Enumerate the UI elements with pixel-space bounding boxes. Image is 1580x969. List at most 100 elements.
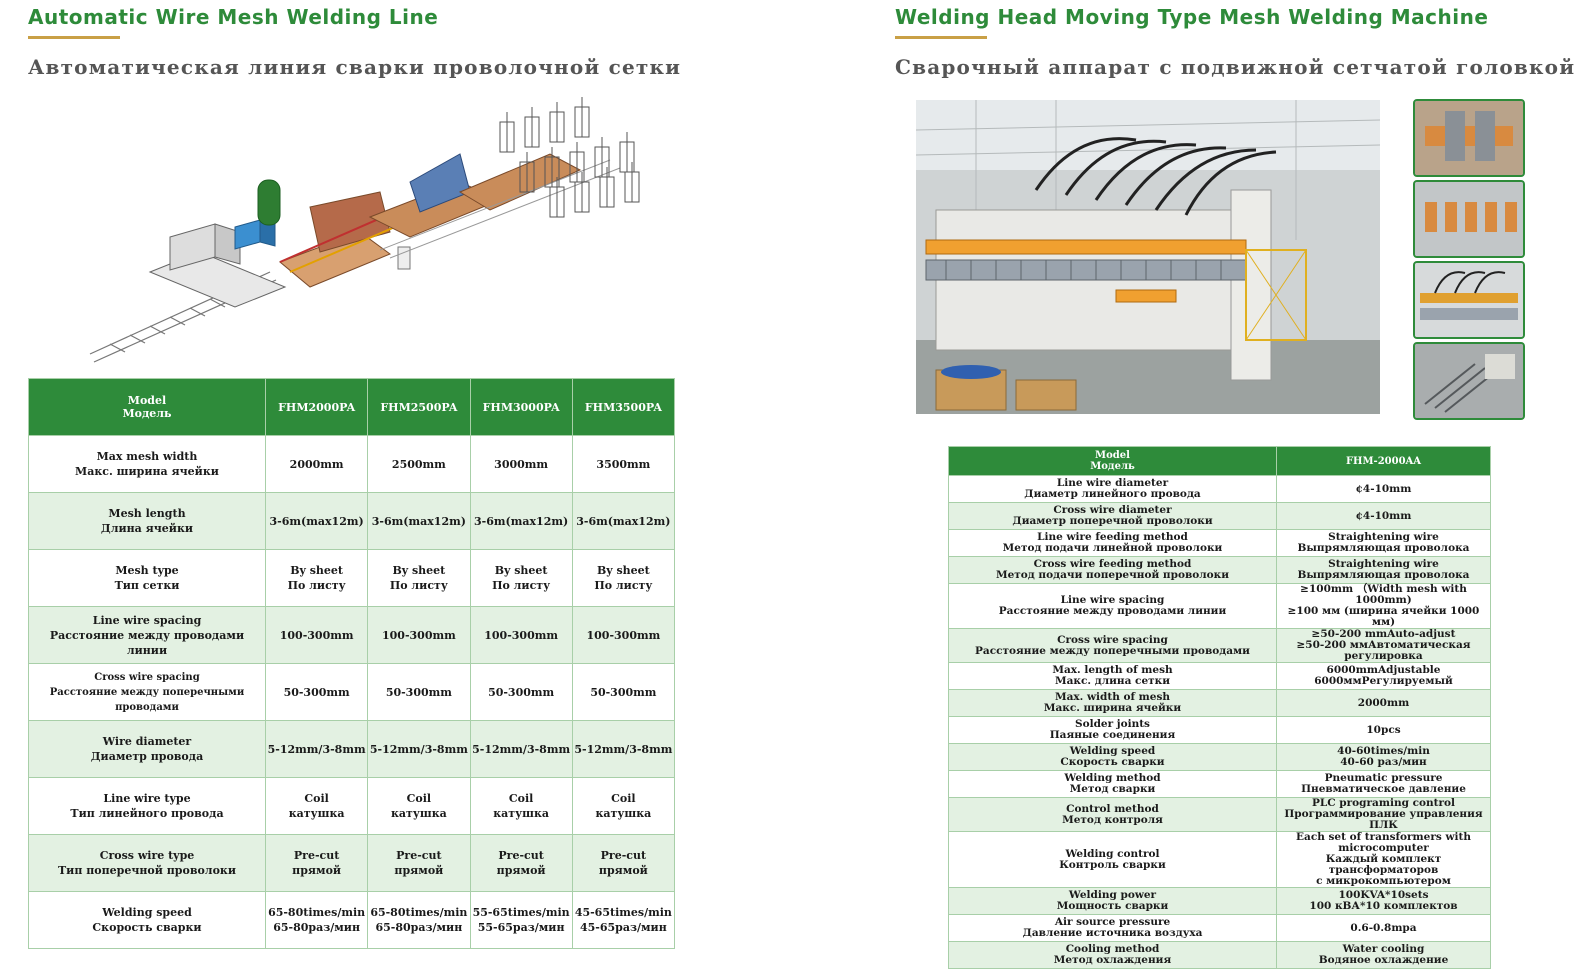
row-label: Welding speed Скорость сварки bbox=[948, 743, 1277, 771]
table-row: Welding power Мощность сварки 100KVA*10se… bbox=[948, 887, 1491, 915]
cell: By sheet По листу bbox=[469, 549, 573, 607]
cell-text-line: By sheet bbox=[392, 564, 446, 577]
cell-text-line: Каждый комплект трансформаторов bbox=[1325, 853, 1442, 876]
cell-text-line: 100-300mm bbox=[381, 628, 456, 642]
cell-text-line: По листу bbox=[389, 579, 448, 592]
cell-text-line: Паяные соединения bbox=[1049, 729, 1176, 741]
cell-text-line: 10pcs bbox=[1366, 723, 1401, 736]
cell-text-line: ≥100 мм (ширина ячейки 1000 мм) bbox=[1287, 605, 1480, 628]
cell: 65-80times/min 65-80раз/мин bbox=[264, 891, 369, 949]
cell: Pre-cut прямой bbox=[264, 834, 369, 892]
thumbnail-photo-1 bbox=[1413, 99, 1525, 177]
cell: ≥100mm （Width mesh with 1000mm) ≥100 мм (… bbox=[1276, 583, 1491, 629]
cell-text-line: Диаметр провода bbox=[90, 750, 204, 763]
thumbnail-photo-2 bbox=[1413, 180, 1525, 258]
cell: Water cooling Водяное охлаждение bbox=[1276, 941, 1491, 969]
cell: Coil катушка bbox=[571, 777, 676, 835]
cell: 50-300mm bbox=[367, 663, 471, 721]
cell-text-line: катушка bbox=[288, 807, 345, 820]
cell-text-line: Pre-cut bbox=[498, 849, 544, 862]
thumbnail-photo-3 bbox=[1413, 261, 1525, 339]
cell-text-line: 5-12mm/3-8mm bbox=[369, 742, 468, 756]
row-label: Mesh type Тип сетки bbox=[28, 549, 266, 607]
model-fhm-2000aa: FHM-2000AA bbox=[1276, 446, 1491, 476]
row-label: Cross wire spacing Расстояние между попер… bbox=[948, 628, 1277, 663]
cell-text-line: 40-60 раз/мин bbox=[1340, 756, 1427, 768]
row-label: Welding power Мощность сварки bbox=[948, 887, 1277, 915]
table-row: Max mesh width Макс. ширина ячейки 2000mm… bbox=[28, 435, 676, 493]
cell-text-line: Метод сварки bbox=[1069, 783, 1156, 795]
cell: 5-12mm/3-8mm bbox=[469, 720, 573, 778]
row-label: Line wire feeding method Метод подачи лин… bbox=[948, 529, 1277, 557]
cell-text-line: Выпрямляющая проволока bbox=[1297, 542, 1470, 554]
cell-text-line: Пневматическое давление bbox=[1301, 783, 1466, 795]
cell-text-line: 100-300mm bbox=[279, 628, 354, 642]
cell-text-line: Контроль сварки bbox=[1059, 858, 1166, 871]
cell-text-line: Скорость сварки bbox=[1060, 756, 1165, 768]
cell-text-line: 3500mm bbox=[596, 457, 651, 471]
cell-text-line: Метод подачи поперечной проволоки bbox=[995, 569, 1230, 581]
cell-text-line: Mesh length bbox=[108, 507, 186, 520]
table-row: Solder joints Паяные соединения 10pcs bbox=[948, 716, 1491, 744]
cell-text-line: По листу bbox=[492, 579, 551, 592]
cell-text-line: Расстояние между поперечными проводами bbox=[975, 644, 1250, 657]
cell-text-line: Модель bbox=[122, 407, 172, 420]
cell: 0.6-0.8mpa bbox=[1276, 914, 1491, 942]
cell-text-line: ≥100mm （Width mesh with 1000mm) bbox=[1300, 583, 1467, 606]
model-header: Model Модель bbox=[948, 446, 1277, 476]
cell-text-line: Model bbox=[127, 394, 167, 407]
table-row: Line wire spacing Расстояние между провод… bbox=[948, 583, 1491, 629]
row-label: Mesh length Длина ячейки bbox=[28, 492, 266, 550]
left-title-en: Automatic Wire Mesh Welding Line bbox=[28, 5, 439, 29]
cell-text-line: 3-6m(max12m) bbox=[371, 514, 466, 528]
cell: Pre-cut прямой bbox=[469, 834, 573, 892]
cell-text-line: 65-80times/min bbox=[268, 906, 366, 919]
row-label: Cross wire feeding method Метод подачи по… bbox=[948, 556, 1277, 584]
cell: PLC programing control Программирование у… bbox=[1276, 797, 1491, 832]
cell-text-line: 0.6-0.8mpa bbox=[1350, 921, 1417, 934]
table-row: Max. length of mesh Макс. длина сетки 600… bbox=[948, 662, 1491, 690]
cell: 50-300mm bbox=[571, 663, 676, 721]
cell-text-line: прямой bbox=[292, 864, 342, 877]
cell: 45-65times/min 45-65раз/мин bbox=[571, 891, 676, 949]
cell-text-line: Длина ячейки bbox=[100, 522, 194, 535]
cell-text-line: Макс. ширина ячейки bbox=[1043, 702, 1182, 714]
cell: 3-6m(max12m) bbox=[367, 492, 471, 550]
cell: 5-12mm/3-8mm bbox=[571, 720, 676, 778]
cell: By sheet По листу bbox=[367, 549, 471, 607]
cell-text-line: Cross wire type bbox=[99, 849, 195, 862]
cell: ¢4-10mm bbox=[1276, 502, 1491, 530]
cell-text-line: Тип сетки bbox=[114, 579, 180, 592]
cell-text-line: Welding control bbox=[1065, 847, 1160, 860]
cell-text-line: Расстояние между проводами линии bbox=[49, 628, 245, 657]
cell-text-line: Модель bbox=[1090, 461, 1135, 472]
cell-text-line: Диаметр линейного провода bbox=[1024, 488, 1201, 500]
row-label: Line wire spacing Расстояние между провод… bbox=[28, 606, 266, 664]
cell: 5-12mm/3-8mm bbox=[264, 720, 369, 778]
row-label: Cooling method Метод охлаждения bbox=[948, 941, 1277, 969]
cell-text-line: 50-300mm bbox=[385, 685, 452, 699]
row-label: Welding speed Скорость сварки bbox=[28, 891, 266, 949]
cell-text-line: Диаметр поперечной проволоки bbox=[1012, 515, 1213, 527]
row-label: Air source pressure Давление источника во… bbox=[948, 914, 1277, 942]
row-label: Solder joints Паяные соединения bbox=[948, 716, 1277, 744]
cell-text-line: Control method bbox=[1066, 802, 1159, 815]
cell-text-line: Welding speed bbox=[102, 906, 192, 919]
cell: 10pcs bbox=[1276, 716, 1491, 744]
row-label: Cross wire diameter Диаметр поперечной пр… bbox=[948, 502, 1277, 530]
cell: 100-300mm bbox=[571, 606, 676, 664]
cell-text-line: 100-300mm bbox=[586, 628, 661, 642]
cell: 3-6m(max12m) bbox=[264, 492, 369, 550]
table-row: Mesh length Длина ячейки 3-6m(max12m) 3-6… bbox=[28, 492, 676, 550]
cell-text-line: прямой bbox=[394, 864, 444, 877]
table-row: Max. width of mesh Макс. ширина ячейки 20… bbox=[948, 689, 1491, 717]
row-label: Cross wire type Тип поперечной проволоки bbox=[28, 834, 266, 892]
cell-text-line: Cross wire spacing bbox=[94, 671, 200, 683]
cell-text-line: 2500mm bbox=[391, 457, 446, 471]
cell-text-line: Pre-cut bbox=[293, 849, 340, 862]
cell-text-line: Расстояние между проводами линии bbox=[998, 605, 1227, 617]
right-title-underline bbox=[895, 36, 987, 39]
row-label: Wire diameter Диаметр провода bbox=[28, 720, 266, 778]
cell: Coil катушка bbox=[264, 777, 369, 835]
row-label: Max mesh width Макс. ширина ячейки bbox=[28, 435, 266, 493]
